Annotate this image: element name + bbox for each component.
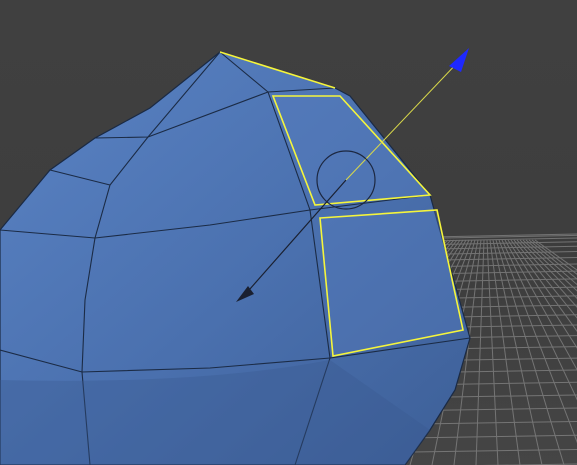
mesh-object[interactable] <box>0 51 471 465</box>
selected-face-lower[interactable] <box>319 209 464 357</box>
3d-viewport[interactable] <box>0 0 577 465</box>
viewport-canvas[interactable] <box>0 0 577 465</box>
